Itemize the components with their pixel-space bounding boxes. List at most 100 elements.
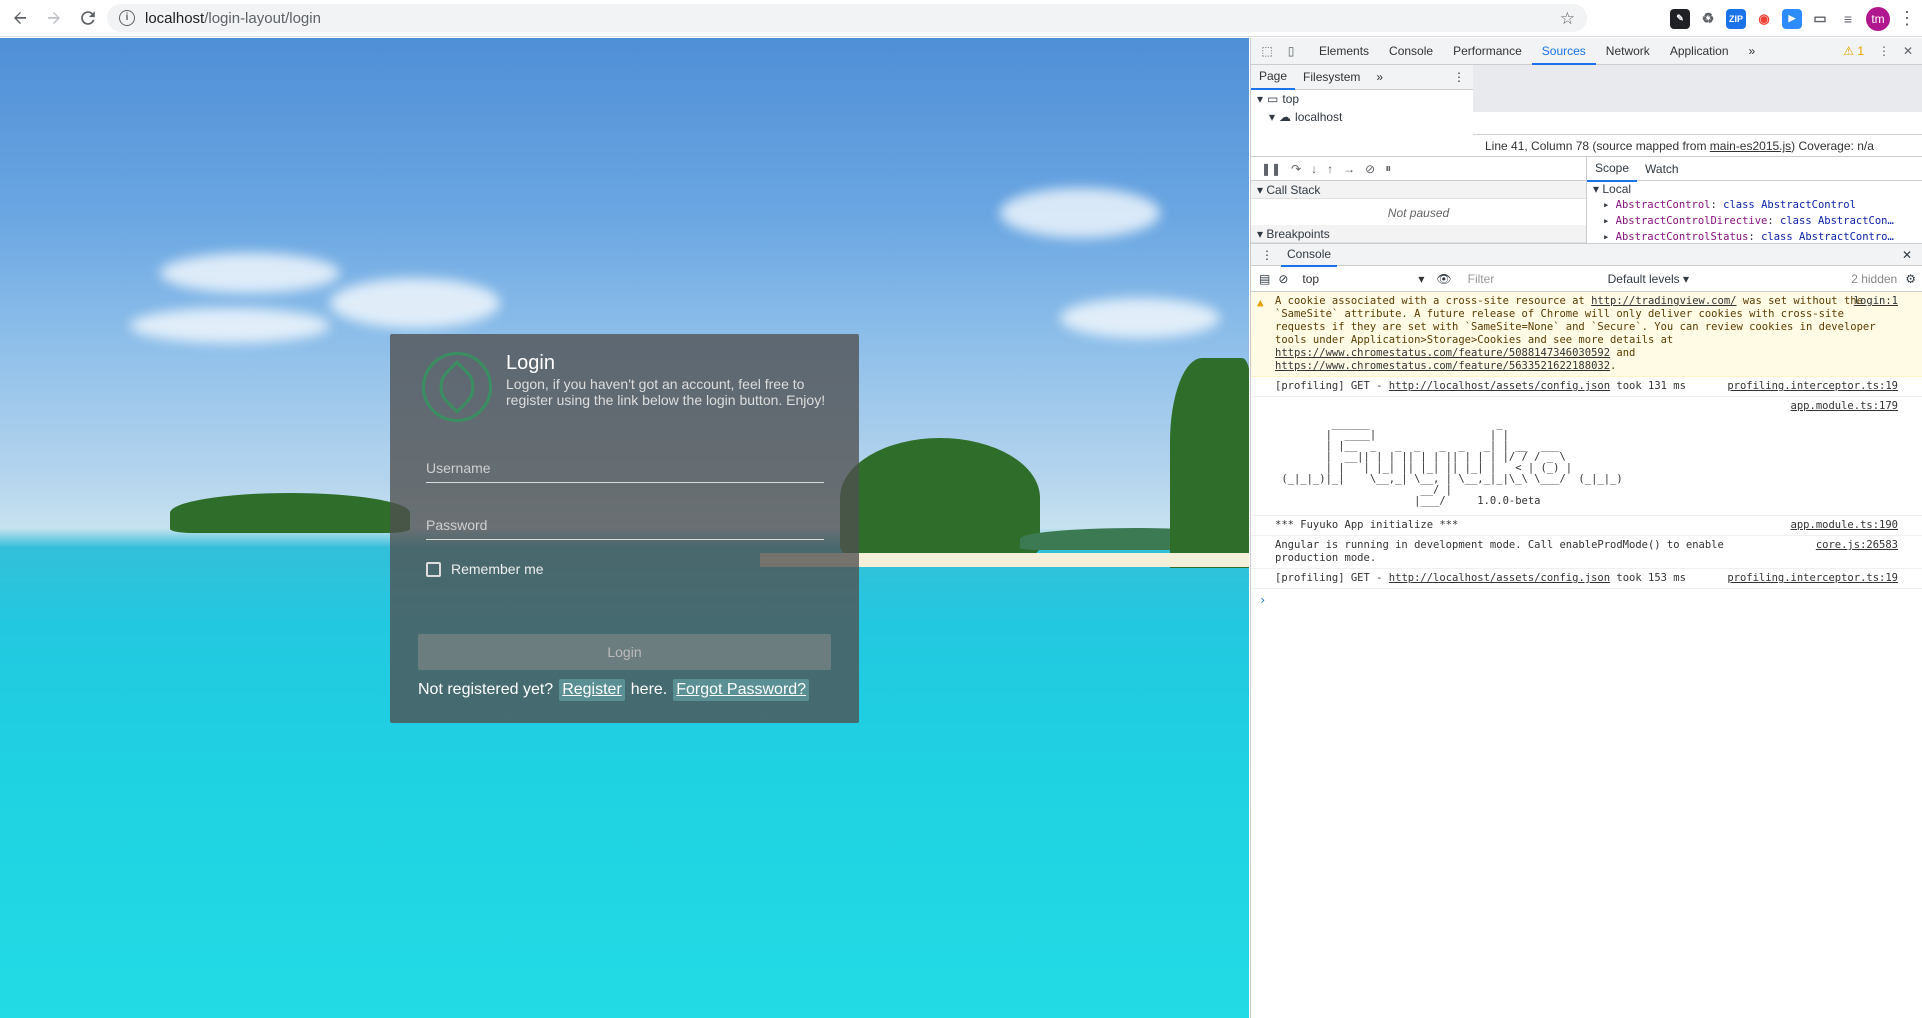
sources-subtabs: Page Filesystem » ⋮ [1251,65,1473,90]
reading-list-icon[interactable]: ≡ [1838,8,1858,29]
breakpoints-header[interactable]: ▾ Breakpoints [1251,225,1586,243]
clear-console-icon[interactable]: ⊘ [1278,272,1288,286]
login-title: Login [506,352,555,374]
tree-item-localhost[interactable]: ▾ ☁ localhost [1251,108,1473,126]
drawer-menu-icon[interactable]: ⋮ [1261,248,1273,262]
warning-link[interactable]: https://www.chromestatus.com/feature/563… [1275,360,1610,372]
devtools-menu-icon[interactable]: ⋮ [1876,43,1892,59]
step-icon[interactable]: → [1343,162,1355,176]
live-expression-icon[interactable]: 👁 [1436,272,1451,286]
scope-local[interactable]: ▾ Local [1593,181,1922,197]
tab-application[interactable]: Application [1660,38,1739,65]
scope-row[interactable]: ▸ AbstractControlDirective: class Abstra… [1593,213,1922,229]
tree-item-top[interactable]: ▾ ▭ top [1251,90,1473,108]
subtab-page[interactable]: Page [1251,64,1296,90]
bookmark-star-icon[interactable]: ☆ [1560,9,1575,29]
warning-icon: ▲ [1257,296,1264,309]
page-viewport: Login Logon, if you haven't got an accou… [0,38,1249,1018]
log-link[interactable]: http://localhost/assets/config.json [1389,572,1610,584]
sidebar-toggle-icon[interactable]: ▤ [1259,272,1270,286]
browser-menu-icon[interactable]: ⋮ [1898,8,1916,29]
url-path: /login-layout/login [204,9,321,27]
profile-avatar[interactable]: tm [1866,6,1890,31]
frame-icon: ▭ [1267,92,1279,106]
scope-row[interactable]: ▸ AbstractControl: class AbstractControl [1593,197,1922,213]
back-button[interactable] [6,4,34,32]
log-link[interactable]: http://localhost/assets/config.json [1389,380,1610,392]
tab-sources[interactable]: Sources [1531,38,1596,65]
forward-button[interactable] [40,4,68,32]
console-prompt[interactable]: › [1251,589,1922,611]
register-link[interactable]: Register [559,679,625,701]
here-text: here. [630,681,668,698]
record-extension-icon[interactable]: ◉ [1754,8,1774,29]
login-button[interactable]: Login [418,634,831,670]
message-source-link[interactable]: app.module.ts:179 [1791,400,1898,412]
log-text: took 153 ms [1610,572,1686,584]
forgot-password-link[interactable]: Forgot Password? [673,679,810,701]
ascii-banner: ______ _ | ____| | | | |__ _ _ _ _ _ _| … [1281,418,1623,507]
cloud-icon: ☁ [1279,110,1292,124]
cast-icon[interactable]: ▭ [1810,8,1830,29]
scope-value: class AbstractCon… [1780,215,1894,227]
close-drawer-icon[interactable]: ✕ [1902,248,1912,262]
step-into-icon[interactable]: ↓ [1311,162,1317,176]
tab-scope[interactable]: Scope [1587,156,1638,182]
pause-on-exceptions-icon[interactable]: ⏸ [1385,161,1391,176]
subtabs-menu-icon[interactable]: ⋮ [1445,65,1473,89]
call-stack-label: Call Stack [1266,183,1321,197]
more-subtabs-icon[interactable]: » [1368,65,1391,89]
more-tabs-button[interactable]: » [1739,38,1766,65]
scope-tabs: Scope Watch [1586,156,1922,182]
zoom-extension-icon[interactable]: ▶ [1782,8,1802,29]
message-source-link[interactable]: app.module.ts:190 [1791,519,1898,532]
levels-select[interactable]: Default levels ▾ [1608,272,1689,286]
zip-extension-icon[interactable]: ZIP [1726,8,1746,29]
source-map-link[interactable]: main-es2015.js [1710,139,1791,153]
device-toolbar-icon[interactable]: ▯ [1283,43,1299,59]
address-bar[interactable]: i localhost/login-layout/login ☆ [107,4,1587,32]
tab-elements[interactable]: Elements [1309,38,1379,65]
message-source-link[interactable]: profiling.interceptor.ts:19 [1727,572,1898,585]
extensions-area: ✎ ♻ ZIP ◉ ▶ ▭ ≡ tm ⋮ [1670,0,1922,37]
console-warning: ▲ login:1 A cookie associated with a cro… [1251,292,1922,377]
inspect-element-icon[interactable]: ⬚ [1259,43,1275,59]
password-input[interactable] [426,517,824,533]
subtab-filesystem[interactable]: Filesystem [1295,65,1368,89]
message-source-link[interactable]: login:1 [1854,295,1898,308]
recycle-extension-icon[interactable]: ♻ [1698,8,1718,29]
message-source-link[interactable]: core.js:26583 [1816,539,1898,552]
deactivate-breakpoints-icon[interactable]: ⊘ [1365,162,1375,176]
close-devtools-icon[interactable]: ✕ [1900,43,1916,59]
warning-link[interactable]: http://tradingview.com/ [1591,295,1736,307]
call-stack-header[interactable]: ▾ Call Stack [1251,181,1586,199]
drawer-tab-console[interactable]: Console [1281,243,1338,267]
log-text: took 131 ms [1610,380,1686,392]
hidden-count: 2 hidden [1851,271,1898,286]
remember-me[interactable]: Remember me [426,561,544,577]
tab-network[interactable]: Network [1596,38,1660,65]
reload-button[interactable] [74,4,102,32]
username-field[interactable] [426,460,824,483]
site-info-icon[interactable]: i [119,10,135,26]
username-input[interactable] [426,460,824,476]
remember-checkbox[interactable] [426,561,441,577]
context-select[interactable]: top ▾ [1296,269,1428,289]
step-over-icon[interactable]: ↷ [1291,162,1301,176]
status-position: Line 41, Column 78 (source mapped from [1485,139,1710,153]
console-log: profiling.interceptor.ts:19 [profiling] … [1251,377,1922,397]
scope-row[interactable]: ▸ AbstractControlStatus: class AbstractC… [1593,229,1922,243]
tab-performance[interactable]: Performance [1443,38,1532,65]
console-settings-icon[interactable]: ⚙ [1905,272,1916,286]
console-filter-input[interactable]: Filter [1459,268,1600,289]
step-out-icon[interactable]: ↑ [1327,162,1333,176]
tab-console[interactable]: Console [1379,38,1443,65]
password-field[interactable] [426,517,824,540]
pen-extension-icon[interactable]: ✎ [1670,8,1690,29]
tab-watch[interactable]: Watch [1637,157,1687,181]
warning-count-badge[interactable]: ⚠ 1 [1843,44,1864,58]
pause-icon[interactable]: ❚❚ [1261,162,1281,176]
log-text: [profiling] GET - [1275,380,1389,392]
warning-link[interactable]: https://www.chromestatus.com/feature/508… [1275,347,1610,359]
message-source-link[interactable]: profiling.interceptor.ts:19 [1727,380,1898,393]
